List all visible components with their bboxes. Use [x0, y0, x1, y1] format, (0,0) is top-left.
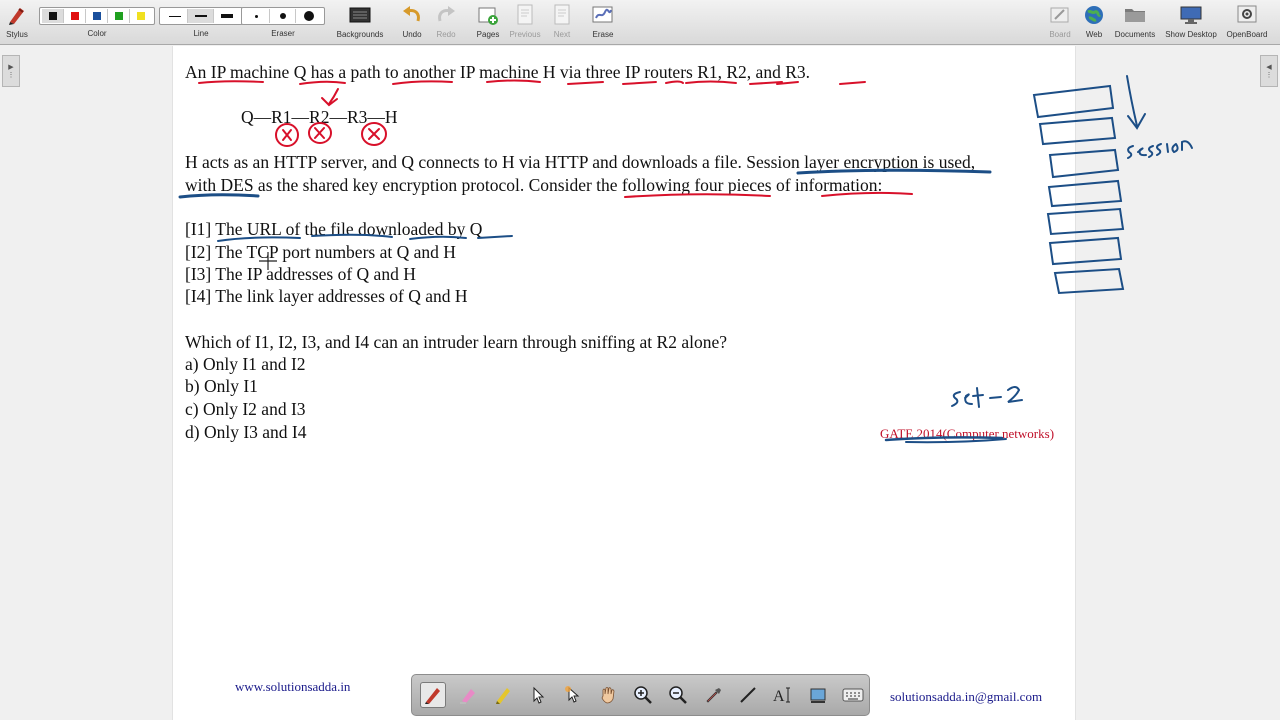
- web-button[interactable]: Web: [1080, 0, 1108, 45]
- erase-icon: [592, 0, 614, 30]
- hand-tool-button[interactable]: [595, 682, 621, 708]
- next-button[interactable]: Next: [550, 0, 574, 45]
- capture-tool-button[interactable]: [805, 682, 831, 708]
- option-d: d) Only I3 and I4: [185, 422, 307, 442]
- drag-dots-icon: ⋮: [7, 72, 15, 79]
- eraser-group: Eraser: [241, 0, 325, 45]
- pointer-tool-button[interactable]: [525, 682, 551, 708]
- add-page-icon: [477, 0, 499, 30]
- stylus-icon: [6, 0, 28, 30]
- pipette-tool-button[interactable]: [700, 682, 726, 708]
- zoom-out-icon: [669, 686, 687, 704]
- line-medium[interactable]: [188, 9, 214, 23]
- whiteboard-page[interactable]: [172, 46, 1076, 720]
- text-icon: A: [773, 687, 790, 705]
- eraser-size-palette: [241, 7, 325, 25]
- info-item-i3: [I3] The IP addresses of Q and H: [185, 264, 416, 284]
- backgrounds-button[interactable]: Backgrounds: [334, 0, 386, 45]
- footer-email[interactable]: solutionsadda.in@gmail.com: [890, 689, 1042, 705]
- left-panel-toggle[interactable]: ▶ ⋮: [2, 55, 20, 87]
- info-item-i4: [I4] The link layer addresses of Q and H: [185, 286, 468, 306]
- right-panel-toggle[interactable]: ◀ ⋮: [1260, 55, 1278, 87]
- hand-icon: [601, 687, 615, 704]
- zoom-in-button[interactable]: [630, 682, 656, 708]
- color-black[interactable]: [42, 9, 64, 23]
- desktop-icon: [1179, 0, 1203, 30]
- chevron-left-icon: ◀: [1266, 64, 1272, 71]
- option-a: a) Only I1 and I2: [185, 354, 306, 374]
- color-yellow[interactable]: [130, 9, 152, 23]
- erase-button[interactable]: Erase: [589, 0, 617, 45]
- next-page-icon: [553, 0, 571, 30]
- option-b: b) Only I1: [185, 376, 258, 396]
- line-thin[interactable]: [162, 9, 188, 23]
- gear-icon: [1236, 0, 1258, 30]
- svg-text:A: A: [773, 688, 785, 705]
- undo-button[interactable]: Undo: [398, 0, 426, 45]
- pen-tool-button[interactable]: [420, 682, 446, 708]
- eraser-large[interactable]: [296, 9, 322, 23]
- highlighter-tool-button[interactable]: [455, 682, 481, 708]
- stylus-button[interactable]: Stylus: [4, 0, 30, 45]
- pen-icon: [425, 688, 440, 704]
- drag-dots-icon: ⋮: [1265, 72, 1273, 79]
- line-group: Line: [159, 0, 243, 45]
- footer-website[interactable]: www.solutionsadda.in: [235, 679, 350, 695]
- redo-button[interactable]: Redo: [432, 0, 460, 45]
- color-palette: [39, 7, 155, 25]
- line-width-palette: [159, 7, 243, 25]
- eraser-small[interactable]: [244, 9, 270, 23]
- show-desktop-button[interactable]: Show Desktop: [1162, 0, 1220, 45]
- board-icon: [1049, 0, 1071, 30]
- network-path: Q—R1—R2—R3—H: [241, 107, 398, 127]
- line-thick[interactable]: [214, 9, 240, 23]
- marker-icon: [496, 688, 510, 704]
- chevron-right-icon: ▶: [8, 64, 14, 71]
- floating-tool-palette: A: [411, 674, 870, 716]
- question-intro: An IP machine Q has a path to another IP…: [185, 62, 810, 82]
- question-line-1: H acts as an HTTP server, and Q connects…: [185, 152, 976, 172]
- documents-button[interactable]: Documents: [1111, 0, 1159, 45]
- redo-icon: [435, 0, 457, 30]
- highlighter-icon: [460, 689, 475, 704]
- color-green[interactable]: [108, 9, 130, 23]
- pages-button[interactable]: Pages: [474, 0, 502, 45]
- globe-icon: [1083, 0, 1105, 30]
- previous-page-icon: [516, 0, 534, 30]
- question-line-2: with DES as the shared key encryption pr…: [185, 175, 883, 195]
- info-item-i1: [I1] The URL of the file downloaded by Q: [185, 219, 483, 239]
- color-group: Color: [39, 0, 155, 45]
- zoom-out-button[interactable]: [665, 682, 691, 708]
- folder-icon: [1124, 0, 1146, 30]
- undo-icon: [401, 0, 423, 30]
- line-tool-button[interactable]: [735, 682, 761, 708]
- pointer-icon: [533, 686, 545, 704]
- openboard-button[interactable]: OpenBoard: [1224, 0, 1270, 45]
- backgrounds-icon: [349, 0, 371, 30]
- option-c: c) Only I2 and I3: [185, 399, 306, 419]
- zoom-in-icon: [634, 686, 652, 704]
- info-item-i2: [I2] The TCP port numbers at Q and H: [185, 242, 456, 262]
- color-red[interactable]: [64, 9, 86, 23]
- line-icon: [740, 687, 756, 703]
- laser-tool-button[interactable]: [560, 682, 586, 708]
- keyboard-button[interactable]: [840, 682, 866, 708]
- keyboard-icon: [842, 688, 864, 702]
- board-button[interactable]: Board: [1046, 0, 1074, 45]
- capture-icon: [810, 688, 826, 703]
- eraser-medium[interactable]: [270, 9, 296, 23]
- question-prompt: Which of I1, I2, I3, and I4 can an intru…: [185, 332, 728, 352]
- previous-button[interactable]: Previous: [507, 0, 543, 45]
- text-tool-button[interactable]: A: [770, 682, 796, 708]
- laser-icon: [565, 686, 580, 703]
- gate-source-label: GATE 2014(Computer networks): [880, 426, 1055, 441]
- pipette-icon: [706, 688, 721, 703]
- main-toolbar: Stylus Color Line Eraser Backgrounds Und…: [0, 0, 1280, 45]
- color-blue[interactable]: [86, 9, 108, 23]
- marker-tool-button[interactable]: [490, 682, 516, 708]
